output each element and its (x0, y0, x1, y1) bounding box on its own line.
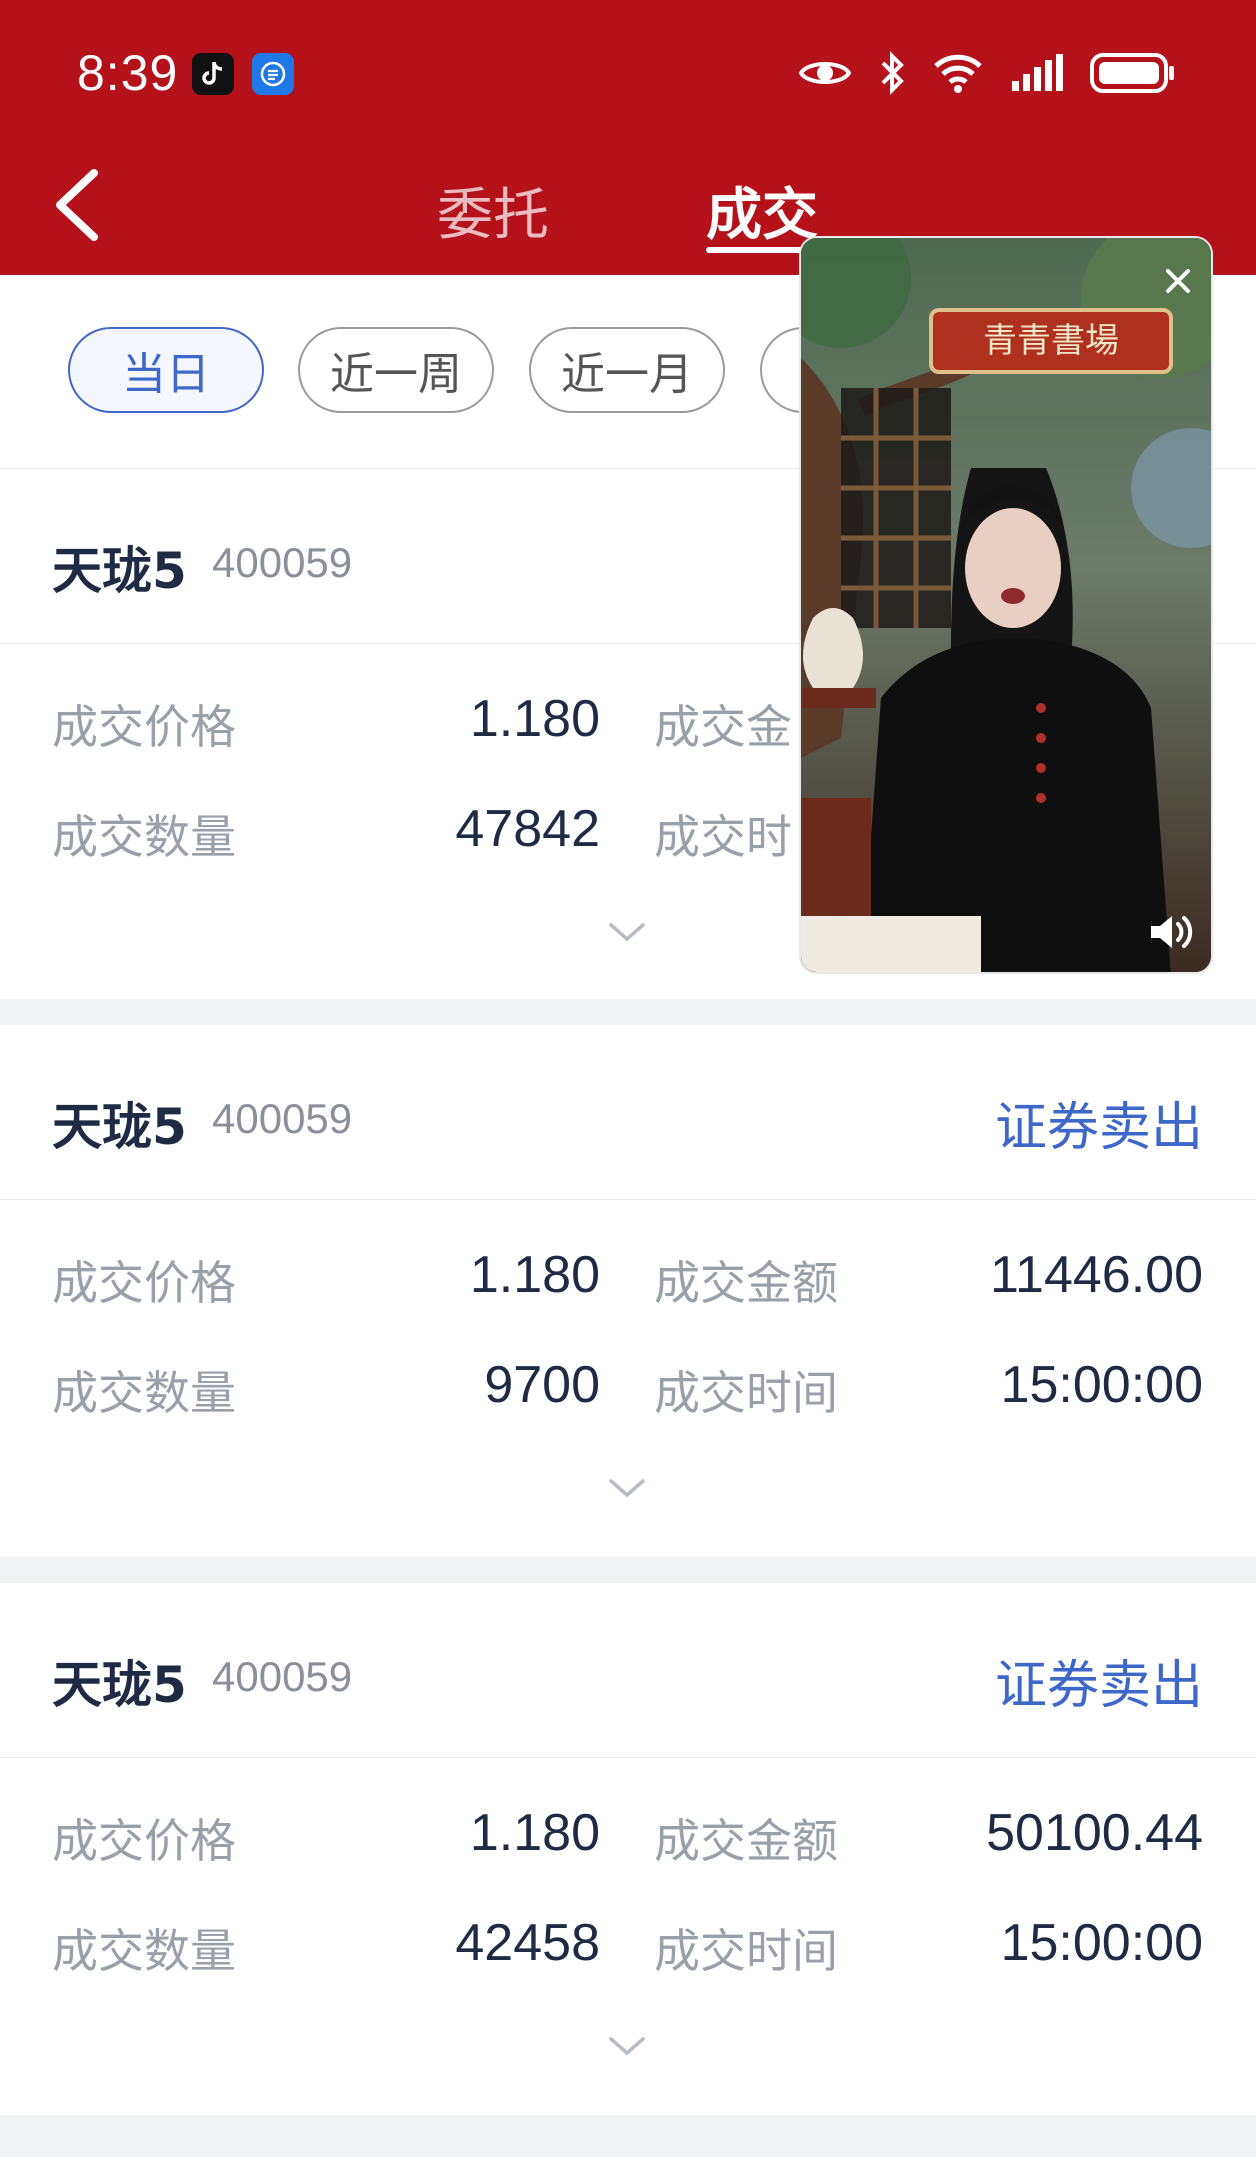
trade-type: 证券卖出 (994, 1098, 1203, 1158)
trade-records-page: 8:39 委托 成交 当日 近一周 近一月 天珑5 400059 成交价格 1.… (0, 0, 1256, 2157)
stock-name: 天珑5 (52, 1098, 187, 1156)
eye-icon (798, 62, 852, 84)
trade-card-header: 天珑5 400059 证券卖出 (0, 1583, 1256, 1758)
price-label: 成交价格 (52, 1256, 236, 1310)
header-bar: 8:39 委托 成交 (0, 0, 1256, 275)
tab-deal[interactable]: 成交 (706, 170, 818, 251)
time-value: 15:00:00 (1000, 1356, 1203, 1414)
status-icons (798, 48, 1176, 98)
trade-card[interactable]: 天珑5 400059 证券卖出 成交价格 1.180 成交金额 50100.44… (0, 1583, 1256, 2115)
bluetooth-icon (881, 51, 904, 95)
trade-card-header: 天珑5 400059 证券卖出 (0, 1025, 1256, 1200)
video-frame: 青青書場 (801, 238, 1211, 972)
trade-type: 证券卖出 (994, 1656, 1203, 1716)
trade-card[interactable]: 天珑5 400059 证券卖出 成交价格 1.180 成交金额 11446.00… (0, 1025, 1256, 1557)
close-icon[interactable] (1161, 264, 1195, 298)
tab-entrust[interactable]: 委托 (437, 170, 549, 251)
stock-code: 400059 (212, 539, 353, 586)
amount-label: 成交金额 (654, 1814, 838, 1868)
filter-week[interactable]: 近一周 (298, 327, 494, 413)
floating-video-popup[interactable]: 青青書場 (799, 236, 1213, 974)
wifi-icon (934, 54, 982, 93)
quantity-value: 47842 (455, 800, 600, 858)
quantity-label: 成交数量 (52, 1924, 236, 1978)
price-label: 成交价格 (52, 700, 236, 754)
chevron-down-icon[interactable] (608, 2035, 646, 2057)
amount-label: 成交金额 (654, 1256, 838, 1310)
time-label: 成交时 (654, 810, 792, 864)
quantity-label: 成交数量 (52, 810, 236, 864)
filter-month[interactable]: 近一月 (529, 327, 725, 413)
video-sign-text: 青青書場 (983, 321, 1119, 361)
chevron-down-icon[interactable] (608, 921, 646, 943)
stock-code: 400059 (212, 1653, 353, 1700)
amount-value: 50100.44 (986, 1804, 1203, 1862)
price-value: 1.180 (469, 690, 600, 748)
speaker-icon[interactable] (1147, 912, 1195, 952)
quantity-value: 9700 (484, 1356, 600, 1414)
tiktok-icon (192, 53, 234, 95)
chevron-left-icon (56, 169, 98, 241)
signal-icon (1012, 54, 1063, 91)
time-label: 成交时间 (654, 1366, 838, 1420)
price-value: 1.180 (469, 1246, 600, 1304)
filter-today[interactable]: 当日 (68, 327, 264, 413)
price-label: 成交价格 (52, 1814, 236, 1868)
price-value: 1.180 (469, 1804, 600, 1862)
stock-name: 天珑5 (52, 542, 187, 600)
stock-name: 天珑5 (52, 1656, 187, 1714)
amount-label: 成交金 (654, 700, 792, 754)
time-label: 成交时间 (654, 1924, 838, 1978)
battery-icon (1090, 53, 1174, 93)
chevron-down-icon[interactable] (608, 1477, 646, 1499)
back-button[interactable] (50, 165, 110, 245)
app-icon (252, 53, 294, 95)
amount-value: 11446.00 (989, 1246, 1203, 1304)
time-value: 15:00:00 (1000, 1914, 1203, 1972)
quantity-value: 42458 (455, 1914, 600, 1972)
status-time: 8:39 (77, 45, 179, 101)
stock-code: 400059 (212, 1095, 353, 1142)
quantity-label: 成交数量 (52, 1366, 236, 1420)
